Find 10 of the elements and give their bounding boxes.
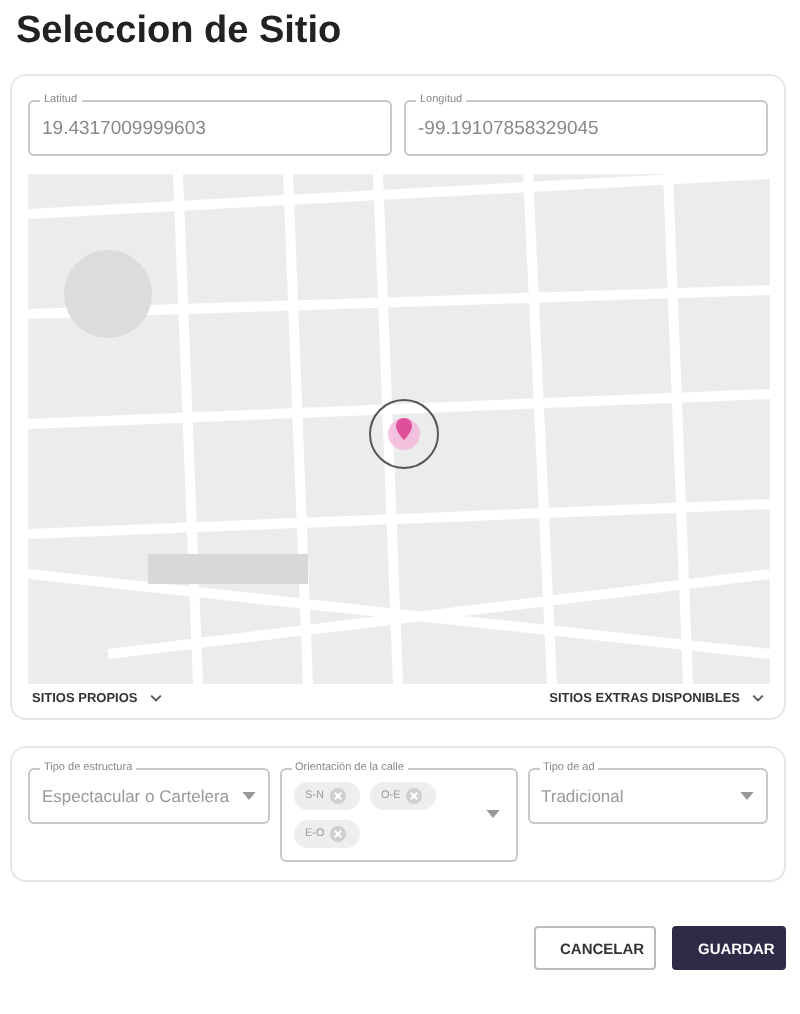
remove-icon[interactable]	[406, 788, 423, 804]
dialog-title: Seleccion de Sitio	[16, 8, 344, 56]
location-marker-icon[interactable]	[366, 396, 442, 472]
remove-icon[interactable]	[329, 788, 346, 804]
dropdown-caret-icon	[740, 792, 754, 800]
dropdown-caret-icon	[485, 810, 499, 818]
chevron-down-icon	[149, 694, 162, 703]
dropdown-caret-icon	[241, 792, 255, 800]
remove-icon[interactable]	[330, 826, 347, 842]
chevron-down-icon	[752, 694, 764, 703]
